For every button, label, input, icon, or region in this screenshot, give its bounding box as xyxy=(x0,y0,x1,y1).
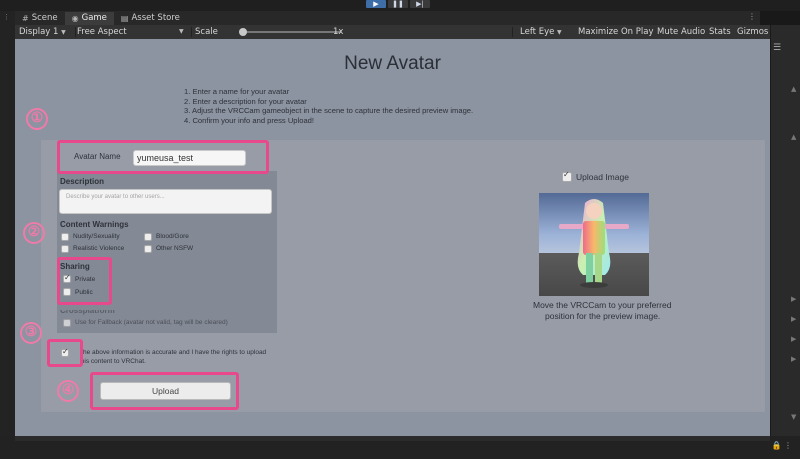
left-panel-strip: ⋮ xyxy=(0,11,15,436)
scale-slider-handle[interactable] xyxy=(239,28,247,36)
tab-menu-icon[interactable]: ⋮ xyxy=(748,12,756,21)
public-label: Public xyxy=(75,289,93,296)
preview-caption-line2: position for the preview image. xyxy=(545,311,661,321)
sharing-label: Sharing xyxy=(60,262,90,271)
play-controls: ▶ ❚❚ ▶| xyxy=(366,0,430,8)
upload-highlight: Upload xyxy=(90,372,239,410)
display-select-label: Display 1 xyxy=(19,27,59,37)
upload-image-label: Upload Image xyxy=(576,172,629,182)
nudity-label: Nudity/Sexuality xyxy=(73,233,120,240)
chevron-down-icon[interactable]: ▼ xyxy=(791,413,796,421)
menu-dots-icon[interactable]: ⋮ xyxy=(3,13,10,21)
eye-select-label: Left Eye xyxy=(520,27,555,37)
annotation-step-2: ② xyxy=(23,222,45,244)
fallback-checkbox[interactable] xyxy=(63,319,71,327)
private-checkbox[interactable] xyxy=(63,273,71,283)
private-label: Private xyxy=(75,276,96,283)
upload-button[interactable]: Upload xyxy=(100,382,231,400)
grid-icon: # xyxy=(22,14,29,23)
description-label: Description xyxy=(60,177,105,186)
content-warnings-label: Content Warnings xyxy=(60,220,129,229)
public-checkbox[interactable] xyxy=(63,288,71,296)
blood-checkbox[interactable] xyxy=(144,233,152,241)
chevron-down-icon: ▼ xyxy=(179,28,184,35)
fallback-label: Use for Fallback (avatar not valid, tag … xyxy=(75,319,228,326)
chevron-right-icon[interactable]: ▶ xyxy=(791,295,796,303)
lock-icon[interactable]: 🔒 ⋮ xyxy=(771,441,792,450)
eye-select[interactable]: Left Eye ▼ xyxy=(520,25,562,39)
annotation-step-3: ③ xyxy=(20,322,42,344)
annotation-step-4: ④ xyxy=(57,380,79,402)
mute-audio-toggle[interactable]: Mute Audio xyxy=(657,25,705,39)
instruction-line: 1. Enter a name for your avatar xyxy=(184,87,290,96)
avatar-preview-image xyxy=(539,193,649,296)
chevron-down-icon: ▼ xyxy=(61,29,66,36)
tab-asset-store-label: Asset Store xyxy=(131,13,180,23)
instruction-line: 4. Confirm your info and press Upload! xyxy=(184,115,315,125)
right-scroll-panel: ☰ ▲ ▲ ▶ ▶ ▶ ▶ ▼ xyxy=(770,25,800,436)
confirm-text-line1: The above information is accurate and I … xyxy=(79,349,267,356)
display-select[interactable]: Display 1 ▼ xyxy=(19,25,66,39)
violence-label: Realistic Violence xyxy=(73,245,125,252)
nsfw-label: Other NSFW xyxy=(156,245,194,252)
list-icon[interactable]: ☰ xyxy=(773,43,781,53)
avatar-figure xyxy=(559,199,629,288)
aspect-select-label: Free Aspect xyxy=(77,27,127,37)
instruction-line: 3. Adjust the VRCCam gameobject in the s… xyxy=(184,106,474,115)
tab-asset-store[interactable]: ▤ Asset Store xyxy=(114,12,187,25)
play-button[interactable]: ▶ xyxy=(366,0,386,8)
chevron-up-icon[interactable]: ▲ xyxy=(791,133,796,141)
stats-toggle[interactable]: Stats xyxy=(709,25,731,39)
tab-scene-label: Scene xyxy=(31,13,58,23)
avatar-name-input[interactable]: yumeusa_test xyxy=(133,150,246,166)
chevron-down-icon: ▼ xyxy=(557,29,562,36)
bottom-bar: 🔒 ⋮ xyxy=(0,436,800,459)
blood-label: Blood/Gore xyxy=(156,233,189,240)
confirm-text-line2: this content to VRChat. xyxy=(79,358,146,365)
pause-button[interactable]: ❚❚ xyxy=(388,0,408,8)
aspect-select[interactable]: Free Aspect ▼ xyxy=(77,25,187,39)
unity-editor-window: ▶ ❚❚ ▶| ⋮ # Scene ◉ Game ▤ Asset Store ⋮… xyxy=(0,0,800,459)
game-view: New Avatar 1. Enter a name for your avat… xyxy=(15,39,770,436)
scale-value: 1x xyxy=(333,27,344,37)
instruction-line: 2. Enter a description for your avatar xyxy=(184,96,307,106)
main-toolbar: ▶ ❚❚ ▶| xyxy=(0,0,800,11)
chevron-right-icon[interactable]: ▶ xyxy=(791,355,796,363)
avatar-name-label: Avatar Name xyxy=(74,152,121,161)
avatar-name-highlight: Avatar Name yumeusa_test xyxy=(57,140,269,174)
instructions-list: 1. Enter a name for your avatar 2. Enter… xyxy=(184,87,473,125)
page-title: New Avatar xyxy=(344,53,441,74)
chevron-up-icon[interactable]: ▲ xyxy=(791,85,796,93)
gizmos-label: Gizmos xyxy=(737,27,769,37)
tab-scene[interactable]: # Scene xyxy=(15,12,65,25)
store-icon: ▤ xyxy=(120,14,129,23)
step-button[interactable]: ▶| xyxy=(410,0,430,8)
view-tabs: # Scene ◉ Game ▤ Asset Store ⋮ xyxy=(15,11,760,25)
preview-caption-line1: Move the VRCCam to your preferred xyxy=(533,300,672,310)
nsfw-checkbox[interactable] xyxy=(144,245,152,253)
horizontal-scrollbar[interactable] xyxy=(15,436,770,441)
nudity-checkbox[interactable] xyxy=(61,233,69,241)
violence-checkbox[interactable] xyxy=(61,245,69,253)
tab-game-label: Game xyxy=(81,13,107,23)
confirm-highlight xyxy=(47,339,83,367)
gamepad-icon: ◉ xyxy=(71,14,79,23)
avatar-upload-panel: Avatar Name yumeusa_test Description Des… xyxy=(41,140,765,412)
description-input[interactable]: Describe your avatar to other users... xyxy=(59,189,272,214)
gizmos-select[interactable]: Gizmos xyxy=(737,25,768,39)
game-toolbar: Display 1 ▼ Free Aspect ▼ Scale 1x Left … xyxy=(15,25,770,39)
annotation-step-1: ① xyxy=(26,108,48,130)
chevron-right-icon[interactable]: ▶ xyxy=(791,335,796,343)
scale-slider-track[interactable] xyxy=(241,31,341,33)
confirm-checkbox[interactable] xyxy=(61,347,69,357)
upload-image-checkbox[interactable] xyxy=(562,170,572,182)
chevron-right-icon[interactable]: ▶ xyxy=(791,315,796,323)
maximize-on-play-toggle[interactable]: Maximize On Play xyxy=(578,25,653,39)
scale-label: Scale xyxy=(195,27,218,37)
tab-game[interactable]: ◉ Game xyxy=(64,12,114,25)
